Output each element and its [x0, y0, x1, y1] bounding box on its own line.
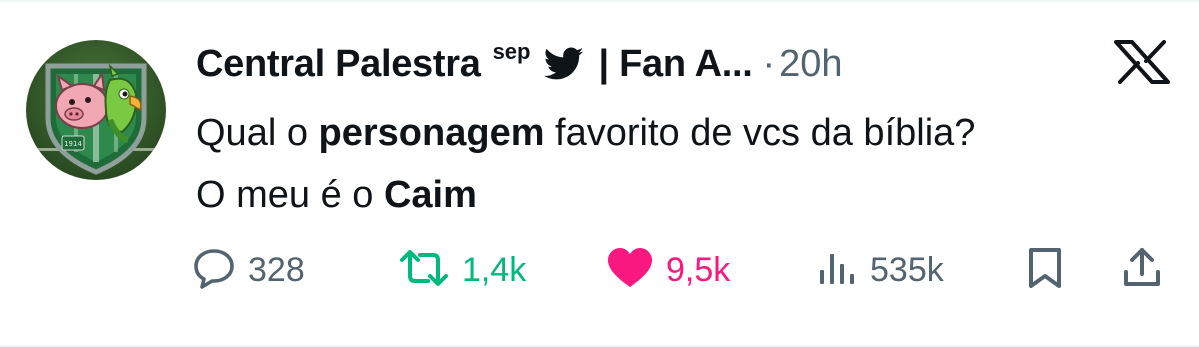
like-button[interactable]: 9,5k [606, 242, 730, 298]
retweet-button[interactable]: 1,4k [398, 242, 526, 298]
tweet-card[interactable]: 1914 Central Palestra sep | Fan A... · 2… [0, 0, 1199, 347]
views-count: 535k [870, 250, 944, 289]
avatar[interactable]: 1914 [26, 40, 166, 180]
like-count: 9,5k [666, 250, 731, 289]
reply-count: 328 [248, 250, 305, 289]
author-superscript: sep [492, 39, 531, 64]
bookmark-button[interactable] [1026, 242, 1064, 298]
tweet-timestamp[interactable]: 20h [779, 43, 842, 86]
reply-button[interactable]: 328 [192, 242, 305, 298]
author-name[interactable]: Central Palestra [196, 43, 481, 86]
share-button[interactable] [1120, 242, 1164, 298]
bird-icon [544, 47, 584, 81]
reply-icon [192, 247, 236, 294]
share-icon [1120, 246, 1164, 295]
tweet-text-line-1: Qual o personagem favorito de vcs da bíb… [196, 112, 976, 154]
x-logo-icon [1114, 40, 1170, 84]
tweet-actions: 328 1,4k 9,5k 535k [192, 242, 1172, 298]
tweet-text-line-2: O meu é o Caim [196, 174, 477, 216]
retweet-icon [398, 248, 450, 293]
views-button[interactable]: 535k [814, 242, 944, 298]
heart-icon [606, 247, 654, 294]
tweet-header: Central Palestra sep | Fan A... · 20h [196, 38, 843, 90]
header-separator: · [762, 42, 776, 85]
views-icon [814, 248, 858, 293]
avatar-crest-icon: 1914 [26, 40, 166, 180]
svg-text:1914: 1914 [64, 140, 82, 148]
bookmark-icon [1026, 246, 1064, 295]
tweet-text: Qual o personagem favorito de vcs da bíb… [196, 102, 1176, 226]
retweet-count: 1,4k [462, 250, 527, 289]
author-handle[interactable]: | Fan A... [598, 43, 752, 86]
